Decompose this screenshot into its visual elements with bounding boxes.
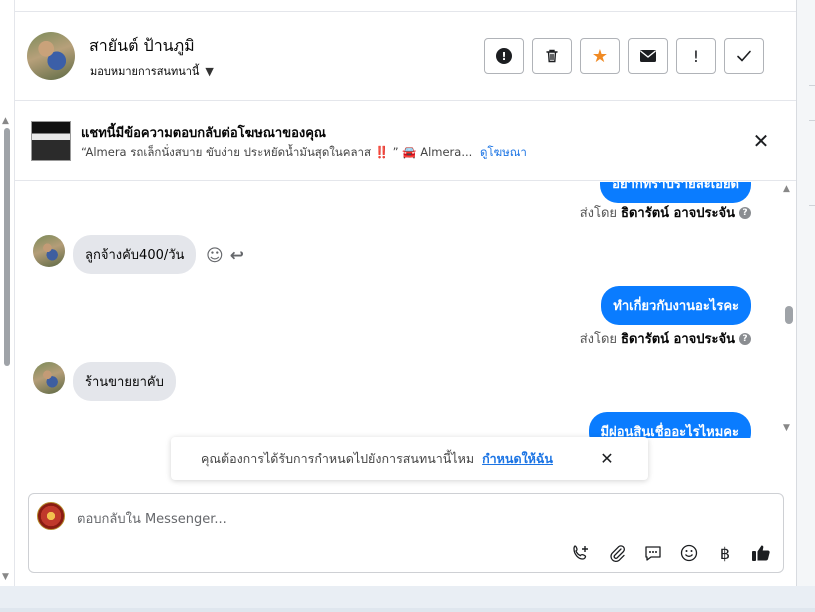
reply-input[interactable]: ตอบกลับใน Messenger... [77,508,227,529]
gutter-divider [809,120,815,121]
star-icon: ★ [591,45,609,67]
sent-by-prefix: ส่งโดย [579,206,618,221]
assign-conversation-dropdown[interactable]: มอบหมายการสนทนานี้ ▼ [90,62,214,80]
top-divider [15,0,797,12]
contact-name[interactable]: สายันต์ ป้านภูมิ [89,34,195,59]
outgoing-message[interactable]: อยากทราบรายละเอียด [600,182,751,203]
thread-scroll-down-icon[interactable]: ▼ [783,423,790,433]
sent-by-label: ส่งโดย ธิดารัตน์ อาจประจัน ? [580,328,751,349]
message-thread: อยากทราบรายละเอียด ส่งโดย ธิดารัตน์ อาจป… [15,182,783,438]
message-composer[interactable]: ตอบกลับใน Messenger... ฿ [28,493,784,573]
view-ad-link[interactable]: ดูโฆษณา [480,145,527,159]
ad-banner-title: แชทนี้มีข้อความตอบกลับต่อโฆษณาของคุณ [81,126,326,141]
envelope-icon [640,50,656,62]
gutter-divider [809,205,815,206]
assign-label: มอบหมายการสนทนานี้ [90,65,200,78]
assign-notice-text: คุณต้องการได้รับการกำหนดไปยังการสนทนานี้… [201,450,475,466]
incoming-message[interactable]: ลูกจ้างคับ400/วัน [73,235,197,274]
outgoing-message[interactable]: ทำเกี่ยวกับงานอะไรคะ [601,286,751,325]
check-icon [737,50,751,62]
thread-scroll-up-icon[interactable]: ▲ [783,184,790,194]
bottom-strip [0,586,815,612]
contact-avatar-small [33,235,65,267]
conversation-header: สายันต์ ป้านภูมิ มอบหมายการสนทนานี้ ▼ ! … [15,12,796,101]
scroll-down-arrow-icon[interactable]: ▼ [2,572,9,582]
message-actions: ☺ ↩ [206,246,244,266]
delete-button[interactable] [532,38,572,74]
spam-button[interactable]: ! [484,38,524,74]
call-add-icon[interactable] [569,541,593,565]
outgoing-message[interactable]: มีผ่อนสินเชื่ออะไรไหมคะ [588,412,751,438]
exclamation-circle-icon: ! [496,48,512,64]
sent-by-prefix: ส่งโดย [579,332,618,347]
contact-avatar-small [33,362,65,394]
exclamation-icon: ! [692,46,700,66]
trash-icon [546,49,558,63]
left-scrollbar-thumb[interactable] [4,128,10,366]
sent-by-label: ส่งโดย ธิดารัตน์ อาจประจัน ? [580,202,751,223]
incoming-message[interactable]: ร้านขายยาคับ [73,362,176,401]
close-icon[interactable]: ✕ [597,448,617,468]
help-icon[interactable]: ? [739,332,751,345]
react-icon[interactable]: ☺ [206,246,224,266]
page-avatar [37,502,65,530]
mark-unread-button[interactable] [628,38,668,74]
assign-notice: คุณต้องการได้รับการกำหนดไปยังการสนทนานี้… [171,437,648,480]
ad-thumbnail[interactable] [31,121,71,161]
payment-icon[interactable]: ฿ [713,541,737,565]
thumbs-up-icon[interactable] [749,541,773,565]
gutter-divider [809,85,815,86]
right-gutter [796,0,815,612]
saved-replies-icon[interactable] [641,541,665,565]
help-icon[interactable]: ? [739,206,751,219]
emoji-icon[interactable] [677,541,701,565]
scroll-up-arrow-icon[interactable]: ▲ [2,116,9,126]
close-icon[interactable]: ✕ [749,129,773,153]
reply-icon[interactable]: ↩ [230,246,244,266]
thread-scrollbar-thumb[interactable] [785,306,793,324]
attach-icon[interactable] [605,541,629,565]
done-button[interactable] [724,38,764,74]
sender-name: ธิดารัตน์ อาจประจัน [621,332,735,347]
ad-reply-banner: แชทนี้มีข้อความตอบกลับต่อโฆษณาของคุณ “Al… [15,101,796,181]
messenger-conversation-panel: สายันต์ ป้านภูมิ มอบหมายการสนทนานี้ ▼ ! … [0,0,815,612]
contact-avatar[interactable] [27,32,75,80]
caret-down-icon: ▼ [205,64,214,78]
star-button[interactable]: ★ [580,38,620,74]
sender-name: ธิดารัตน์ อาจประจัน [621,206,735,221]
ad-caption: “Almera รถเล็กนั่งสบาย ขับง่าย ประหยัดน้… [81,145,473,159]
assign-to-me-link[interactable]: กำหนดให้ฉัน [482,449,553,469]
bottom-edge [0,608,815,612]
follow-up-button[interactable]: ! [676,38,716,74]
ad-banner-subtitle: “Almera รถเล็กนั่งสบาย ขับง่าย ประหยัดน้… [81,144,527,162]
